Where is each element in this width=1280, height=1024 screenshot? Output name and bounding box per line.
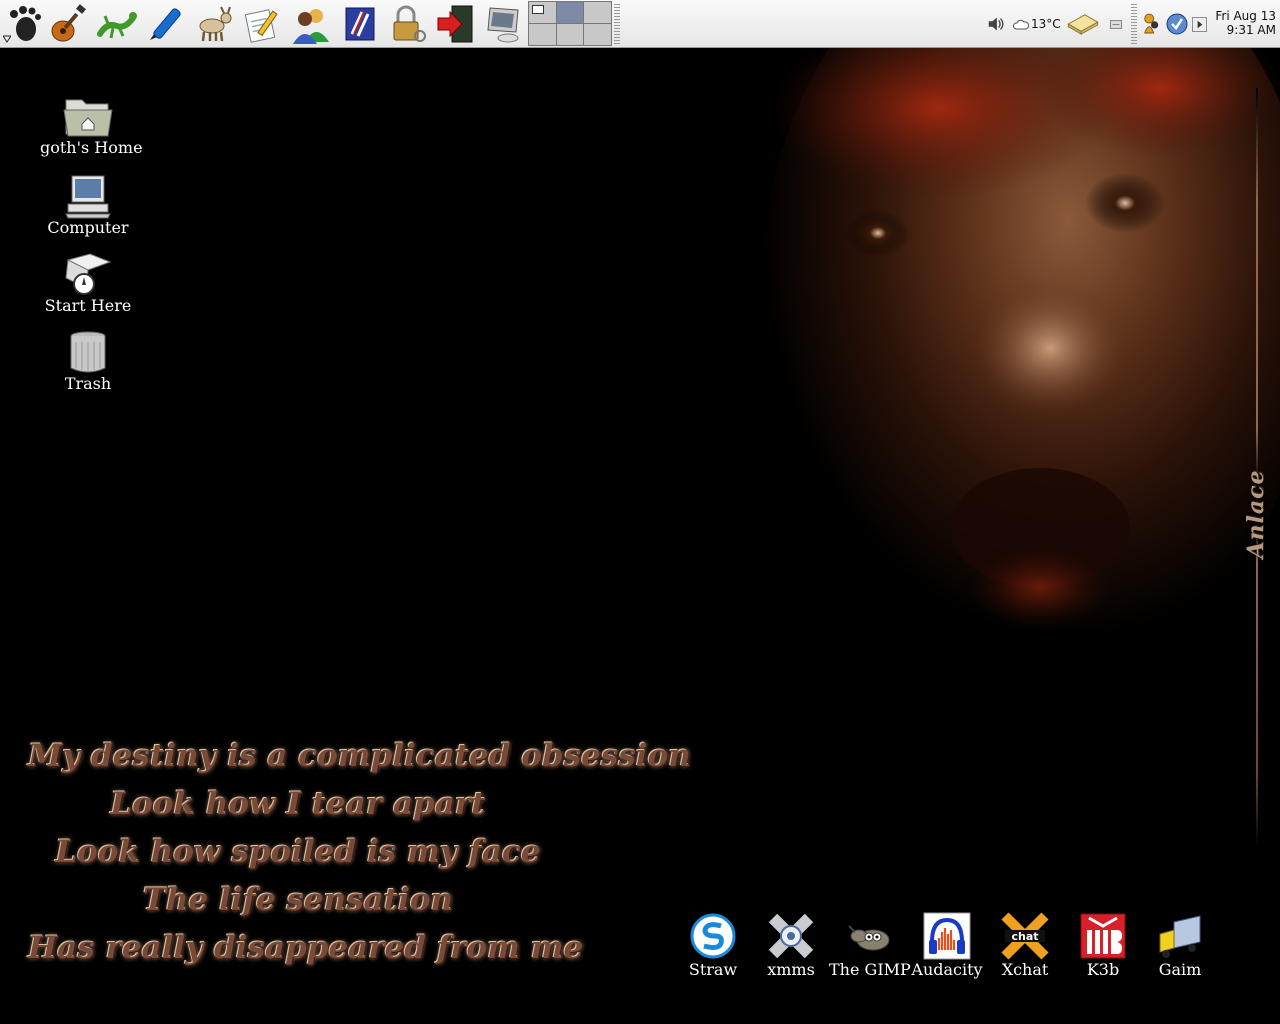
app-icon-label: Gaim (1158, 960, 1202, 979)
desktop-icon-k3b[interactable]: K3b (1063, 912, 1143, 979)
lyric-line: Look how spoiled is my face (55, 834, 541, 870)
lyric-line: The life sensation (142, 882, 454, 918)
users-icon[interactable] (289, 2, 333, 46)
desktop-icon-label: Computer (47, 218, 129, 237)
app-icon-label: Xchat (1001, 960, 1049, 979)
svg-text:chat: chat (1011, 930, 1038, 943)
trash-icon (70, 331, 106, 373)
workspace-1[interactable] (529, 2, 556, 23)
audacity-icon (923, 912, 971, 960)
home-folder-icon (63, 99, 113, 137)
desktop-icon-gimp[interactable]: The GIMP (829, 912, 911, 979)
gimp-icon (848, 925, 890, 951)
logout-arrow-icon[interactable] (434, 2, 478, 46)
k3b-icon (1080, 913, 1126, 959)
desktop-icon-start-here[interactable]: Start Here (40, 252, 136, 315)
top-panel: 13°C Fri Aug 13 9:31 AM (0, 0, 1280, 48)
lyric-line: Has really disappeared from me (28, 930, 584, 966)
lizard-icon[interactable] (95, 2, 139, 46)
desktop-icon-gaim[interactable]: Gaim (1140, 912, 1220, 979)
workspace-6[interactable] (584, 24, 611, 45)
pen-icon[interactable] (144, 2, 188, 46)
gaim-icon (1159, 915, 1201, 958)
volume-icon[interactable] (986, 12, 1008, 36)
xmms-icon (768, 913, 814, 959)
computer-icon (65, 175, 111, 219)
network-icon[interactable] (1110, 12, 1126, 36)
clock[interactable]: Fri Aug 13 9:31 AM (1210, 9, 1276, 37)
temperature-text: 13°C (1031, 17, 1061, 31)
update-check-icon[interactable] (1166, 12, 1188, 36)
desktop-icon-trash[interactable]: Trash (40, 330, 136, 393)
desktop-icon-label: goth's Home (40, 138, 143, 157)
app-icon-label: K3b (1086, 960, 1120, 979)
panel-drag-handle[interactable] (614, 4, 620, 44)
workspace-switcher[interactable] (528, 1, 612, 46)
cloud-icon (1013, 19, 1029, 30)
notepad-pencil-icon[interactable] (241, 2, 285, 46)
gaim-tray-icon[interactable] (1142, 12, 1162, 36)
desktop-icon-xchat[interactable]: chat Xchat (985, 912, 1065, 979)
xchat-icon: chat (1001, 912, 1049, 960)
desktop-icon-label: Start Here (44, 296, 132, 315)
app-icon-label: xmms (767, 960, 815, 979)
app-icon-label: Straw (688, 960, 738, 979)
weather-applet[interactable]: 13°C (1013, 12, 1063, 36)
desktop-icon-straw[interactable]: Straw (673, 912, 753, 979)
workspace-2[interactable] (556, 2, 584, 23)
goat-icon[interactable] (192, 2, 236, 46)
lyric-line: Look how I tear apart (110, 786, 486, 822)
wallpaper-lyrics: My destiny is a complicated obsession Lo… (28, 732, 691, 972)
workspace-5[interactable] (556, 24, 584, 45)
padlock-icon[interactable] (386, 2, 430, 46)
guitar-icon[interactable] (47, 2, 91, 46)
clock-time: 9:31 AM (1226, 23, 1276, 37)
desktop-icon-label: Trash (64, 374, 112, 393)
panel-drag-handle-2[interactable] (1131, 4, 1137, 44)
lyric-line: My destiny is a complicated obsession (28, 738, 691, 774)
monitor-icon[interactable] (482, 2, 526, 46)
decorative-side-line (1256, 88, 1258, 848)
sticky-notes-icon[interactable] (1066, 12, 1102, 36)
straw-icon (690, 913, 736, 959)
wallpaper-band-name: Anlace (1243, 469, 1269, 559)
workspace-3[interactable] (584, 2, 611, 23)
wallpaper-face-art (740, 48, 1280, 748)
workspace-4[interactable] (529, 24, 556, 45)
app-icon-label: The GIMP (829, 960, 911, 979)
menu-arrow-icon (3, 35, 11, 43)
desktop-icon-xmms[interactable]: xmms (751, 912, 831, 979)
book-icon[interactable] (338, 2, 382, 46)
start-here-icon (65, 253, 112, 295)
tray-expand-icon[interactable] (1192, 12, 1210, 36)
clock-date: Fri Aug 13 (1215, 9, 1276, 23)
app-icon-label: Audacity (911, 960, 983, 979)
desktop-icon-audacity[interactable]: Audacity (907, 912, 987, 979)
desktop-icon-computer[interactable]: Computer (40, 174, 136, 237)
desktop-icon-home[interactable]: goth's Home (40, 94, 143, 157)
